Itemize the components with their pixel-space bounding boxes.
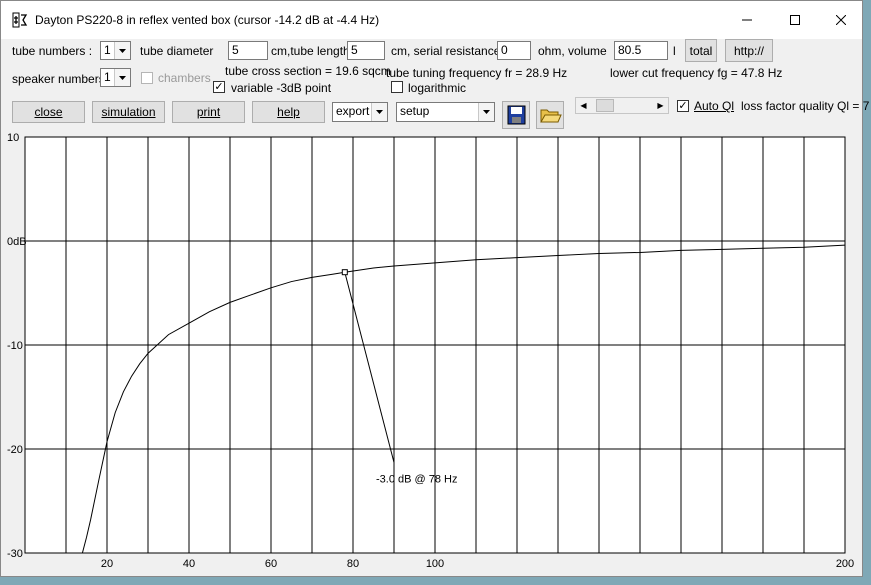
chevron-down-icon [114, 69, 130, 86]
print-button[interactable]: print [172, 101, 245, 123]
volume-input[interactable]: 80.5 [614, 41, 668, 60]
chambers-label: chambers [158, 71, 211, 85]
chambers-checkbox[interactable] [141, 72, 153, 84]
simulation-button[interactable]: simulation [92, 101, 165, 123]
chevron-down-icon [371, 103, 387, 121]
export-select[interactable]: export [332, 102, 388, 122]
y-tick-label: -30 [7, 548, 23, 560]
x-tick-label: 200 [836, 558, 854, 570]
help-button[interactable]: help [252, 101, 325, 123]
total-button[interactable]: total [685, 39, 717, 62]
lower-cut-frequency-text: lower cut frequency fg = 47.8 Hz [610, 66, 783, 80]
scroll-right-icon[interactable]: ▶ [653, 98, 668, 113]
chevron-down-icon [478, 103, 494, 121]
variable-3db-label: variable -3dB point [231, 81, 332, 95]
serial-resistance-label: cm, serial resistance [391, 44, 501, 58]
open-button[interactable] [536, 101, 564, 129]
cursor-marker [341, 269, 348, 276]
window-title: Dayton PS220-8 in reflex vented box (cur… [35, 13, 380, 27]
folder-open-icon [540, 109, 562, 123]
http-button[interactable]: http:// [725, 39, 773, 62]
speaker-numbers-select[interactable]: 1 [100, 68, 131, 87]
tube-cross-section-text: tube cross section = 19.6 sqcm [225, 64, 391, 78]
loss-factor-text: loss factor quality Ql = 7 [741, 99, 870, 113]
minimize-button[interactable] [724, 1, 770, 39]
title-bar: Dayton PS220-8 in reflex vented box (cur… [1, 1, 862, 39]
chevron-down-icon [114, 42, 130, 59]
close-button[interactable]: close [12, 101, 85, 123]
y-tick-label: -10 [7, 340, 23, 352]
annotation-label: -3.0 dB @ 78 Hz [376, 474, 457, 486]
tube-diameter-input[interactable]: 5 [228, 41, 268, 60]
app-window: Dayton PS220-8 in reflex vented box (cur… [0, 0, 869, 577]
close-icon [836, 15, 846, 25]
close-window-button[interactable] [818, 1, 864, 39]
x-tick-label: 100 [426, 558, 444, 570]
horizontal-scrollbar[interactable]: ◀ ▶ [575, 97, 669, 114]
minimize-icon [742, 19, 752, 21]
x-tick-label: 60 [265, 558, 277, 570]
x-tick-label: 20 [101, 558, 113, 570]
setup-select[interactable]: setup [396, 102, 495, 122]
tube-numbers-label: tube numbers : [12, 44, 93, 58]
save-button[interactable] [502, 101, 530, 129]
auto-ql-label: Auto Ql [694, 99, 735, 113]
x-tick-label: 80 [347, 558, 359, 570]
floppy-disk-icon [507, 105, 526, 125]
y-tick-label: 0dB [7, 236, 27, 248]
auto-ql-checkbox[interactable]: ✓ [677, 100, 689, 112]
speaker-app-icon [12, 12, 28, 28]
tube-numbers-select[interactable]: 1 [100, 41, 131, 60]
scroll-thumb[interactable] [596, 99, 614, 112]
logarithmic-checkbox[interactable] [391, 81, 403, 93]
y-tick-label: -20 [7, 444, 23, 456]
x-tick-label: 40 [183, 558, 195, 570]
frequency-response-chart: 10 0dB -10 -20 -30 20 40 60 80 100 200 -3.0 dB @ 78… [7, 132, 854, 570]
tube-diameter-label: tube diameter [140, 44, 214, 58]
speaker-numbers-label: speaker numbers : [12, 72, 112, 86]
maximize-icon [790, 15, 800, 25]
variable-3db-checkbox[interactable]: ✓ [213, 81, 225, 93]
scroll-left-icon[interactable]: ◀ [576, 98, 591, 113]
tuning-frequency-text: tube tuning frequency fr = 28.9 Hz [386, 66, 568, 80]
tube-length-input[interactable]: 5 [347, 41, 385, 60]
maximize-button[interactable] [772, 1, 818, 39]
logarithmic-label: logarithmic [408, 81, 467, 95]
volume-label: ohm, volume [538, 44, 607, 58]
y-tick-label: 10 [7, 132, 19, 144]
serial-resistance-input[interactable]: 0 [497, 41, 531, 60]
tube-length-label: cm,tube length [271, 44, 350, 58]
volume-unit-label: l [673, 44, 676, 58]
